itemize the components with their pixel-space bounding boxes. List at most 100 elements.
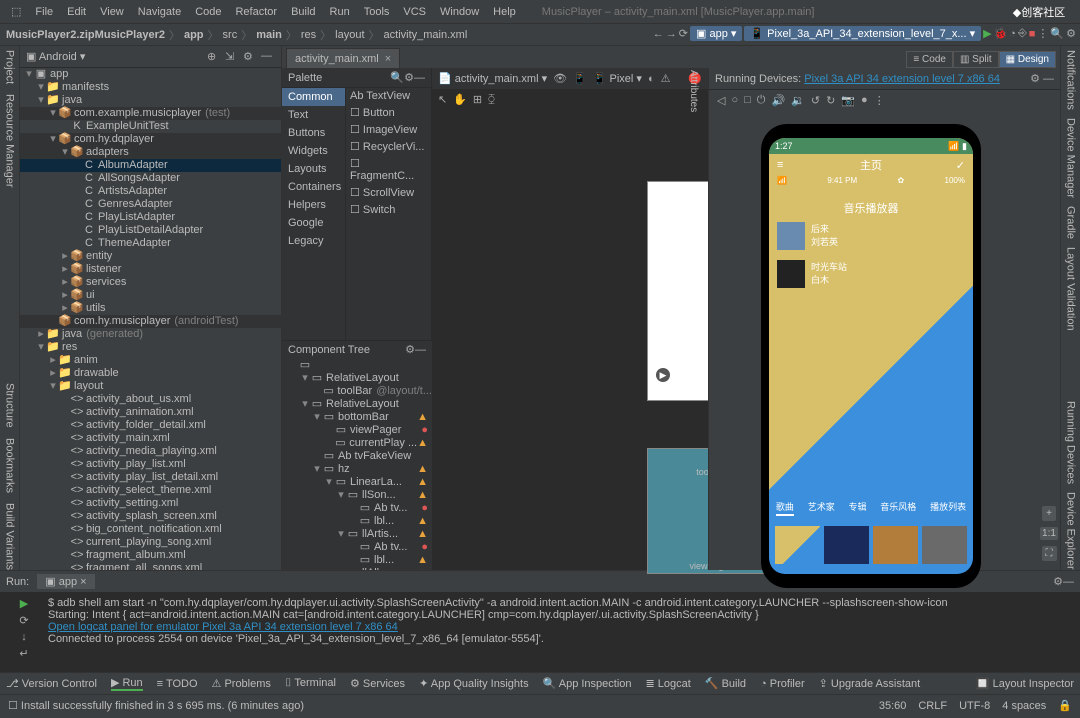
encoding[interactable]: UTF-8: [959, 700, 990, 712]
crumb-1[interactable]: app: [182, 29, 206, 41]
design-mode-button[interactable]: ▦ Design: [999, 51, 1056, 68]
tree-item[interactable]: <>activity_select_theme.xml: [20, 484, 281, 497]
attach-icon[interactable]: ⎆: [1018, 27, 1027, 40]
voldn-icon[interactable]: 🔉: [791, 94, 805, 107]
tree-item[interactable]: 📦com.hy.musicplayer(androidTest): [20, 315, 281, 328]
device-explorer-tool[interactable]: Device Explorer: [1065, 492, 1077, 570]
component-item[interactable]: ▭lbl...▲: [282, 553, 432, 566]
bookmarks-tool-button[interactable]: Bookmarks: [4, 438, 16, 493]
palette-category[interactable]: Containers: [282, 178, 345, 196]
tree-item[interactable]: CAlbumAdapter: [20, 159, 281, 172]
gradle-tool[interactable]: Gradle: [1065, 206, 1077, 239]
tree-item[interactable]: ▸📁drawable: [20, 367, 281, 380]
power-icon[interactable]: ⏻: [757, 94, 766, 107]
palette-categories[interactable]: CommonTextButtonsWidgetsLayoutsContainer…: [282, 88, 346, 340]
profiler-tool[interactable]: ◔ Profiler: [760, 678, 805, 690]
tree-item[interactable]: ▾📦com.example.musicplayer(test): [20, 107, 281, 120]
palette-widget[interactable]: ☐ Switch: [346, 201, 431, 218]
menu-run[interactable]: Run: [323, 4, 357, 20]
indent[interactable]: 4 spaces: [1002, 700, 1046, 712]
build-tool[interactable]: 🔨 Build: [705, 677, 746, 690]
back-icon[interactable]: ←: [653, 28, 664, 40]
tree-item[interactable]: CPlayListDetailAdapter: [20, 224, 281, 237]
component-item[interactable]: ▾▭llSon...▲: [282, 488, 432, 501]
palette-category[interactable]: Buttons: [282, 124, 345, 142]
palette-widget[interactable]: ☐ Button: [346, 104, 431, 121]
menu-edit[interactable]: Edit: [60, 4, 93, 20]
tree-item[interactable]: CThemeAdapter: [20, 237, 281, 250]
stop-icon[interactable]: ■: [1029, 28, 1036, 40]
pan-tool-icon[interactable]: ✋: [453, 93, 467, 106]
menu-file[interactable]: File: [28, 4, 60, 20]
tree-item[interactable]: ▸📁anim: [20, 354, 281, 367]
structure-tool-button[interactable]: Structure: [4, 383, 16, 428]
settings-icon[interactable]: ⚙: [1066, 27, 1076, 40]
upgrade-tool[interactable]: ⇪ Upgrade Assistant: [819, 677, 921, 690]
rotate-l-icon[interactable]: ↺: [811, 94, 820, 107]
aqi-tool[interactable]: ✦ App Quality Insights: [419, 677, 529, 690]
tree-item[interactable]: ▾📦com.hy.dqplayer: [20, 133, 281, 146]
palette-category[interactable]: Layouts: [282, 160, 345, 178]
tree-item[interactable]: <>big_content_notification.xml: [20, 523, 281, 536]
debug-icon[interactable]: 🐞: [994, 27, 1008, 40]
attributes-panel-collapsed[interactable]: Attributes: [688, 70, 706, 568]
component-item[interactable]: ▭Ab tv...●: [282, 540, 432, 553]
stop2-icon[interactable]: ⟳: [19, 614, 28, 627]
menu-refactor[interactable]: Refactor: [228, 4, 284, 20]
tree-item[interactable]: <>fragment_all_songs.xml: [20, 562, 281, 570]
palette-category[interactable]: Legacy: [282, 232, 345, 250]
ctree-gear-icon[interactable]: ⚙: [405, 343, 415, 356]
file-picker[interactable]: 📄 activity_main.xml ▾: [438, 72, 547, 85]
running-devices-tool[interactable]: Running Devices: [1065, 401, 1077, 484]
zoom-11-button[interactable]: 1:1: [1040, 527, 1058, 540]
close-tab-icon[interactable]: ×: [385, 53, 391, 65]
crumb-2[interactable]: src: [221, 29, 240, 41]
gear-icon[interactable]: ⚙: [243, 50, 257, 64]
run-tab-app[interactable]: ▣ app ×: [37, 574, 94, 589]
crumb-3[interactable]: main: [254, 29, 284, 41]
crumb-4[interactable]: res: [299, 29, 318, 41]
tree-item[interactable]: <>fragment_album.xml: [20, 549, 281, 562]
run-config-dropdown[interactable]: ▣ app ▾: [690, 26, 742, 41]
tree-item[interactable]: ▸📦utils: [20, 302, 281, 315]
volup-icon[interactable]: 🔊: [771, 94, 785, 107]
project-tool-button[interactable]: Project: [4, 50, 16, 84]
emulator-screen[interactable]: 1:27📶 ▮ ≡主页✓ 📶9:41 PM✿100% 音乐播放器 后来刘若英 时…: [769, 138, 973, 574]
device-dropdown[interactable]: 📱 Pixel_3a_API_34_extension_level_7_x...…: [744, 26, 981, 41]
guidelines-icon[interactable]: ⊞: [473, 93, 482, 106]
tree-item[interactable]: <>activity_about_us.xml: [20, 393, 281, 406]
zoom-fit-button[interactable]: ⛶: [1042, 546, 1057, 561]
palette-widget[interactable]: ☐ ScrollView: [346, 184, 431, 201]
project-view-dropdown[interactable]: ▣ Android ▾: [26, 50, 85, 63]
tree-item[interactable]: <>activity_animation.xml: [20, 406, 281, 419]
line-sep[interactable]: CRLF: [918, 700, 947, 712]
tree-item[interactable]: <>current_playing_song.xml: [20, 536, 281, 549]
hide-icon[interactable]: —: [261, 50, 275, 64]
menu-tools[interactable]: Tools: [357, 4, 397, 20]
rotate-r-icon[interactable]: ↻: [826, 94, 835, 107]
eye-icon[interactable]: 👁: [553, 72, 567, 85]
palette-widget[interactable]: Ab TextView: [346, 88, 431, 104]
palette-category[interactable]: Helpers: [282, 196, 345, 214]
palette-search-icon[interactable]: 🔍: [390, 71, 404, 84]
lock-icon[interactable]: 🔒: [1058, 699, 1072, 712]
palette-widgets[interactable]: Ab TextView☐ Button☐ ImageView☐ Recycler…: [346, 88, 431, 340]
select-tool-icon[interactable]: ↖: [438, 93, 447, 106]
tree-item[interactable]: CArtistsAdapter: [20, 185, 281, 198]
tree-item[interactable]: <>activity_play_list.xml: [20, 458, 281, 471]
tree-item[interactable]: CAllSongsAdapter: [20, 172, 281, 185]
tree-item[interactable]: CGenresAdapter: [20, 198, 281, 211]
run-console[interactable]: $ adb shell am start -n "com.hy.dqplayer…: [48, 593, 1080, 672]
palette-widget[interactable]: ☐ RecyclerVi...: [346, 138, 431, 155]
target-icon[interactable]: ⊕: [207, 50, 221, 64]
appinsp-tool[interactable]: 🔍 App Inspection: [543, 677, 632, 690]
overview-button-icon[interactable]: □: [744, 94, 751, 106]
layout-canvas[interactable]: 📄 activity_main.xml ▾ 👁 📱 📱 Pixel ▾ ◐ ⚠ …: [432, 68, 708, 570]
forward-icon[interactable]: →: [666, 28, 677, 40]
running-device-link[interactable]: Pixel 3a API 34 extension level 7 x86 64: [804, 73, 1000, 85]
palette-category[interactable]: Widgets: [282, 142, 345, 160]
palette-category[interactable]: Common: [282, 88, 345, 106]
emu-gear-icon[interactable]: ⚙: [1030, 73, 1040, 85]
tree-item[interactable]: KExampleUnitTest: [20, 120, 281, 133]
run-icon[interactable]: ▶: [983, 27, 991, 40]
